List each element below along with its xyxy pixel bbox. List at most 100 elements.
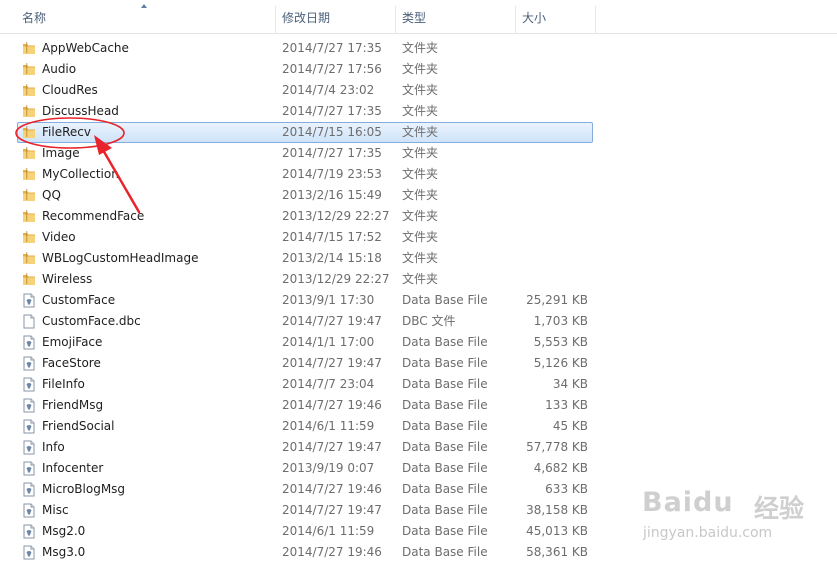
database-file-icon: [22, 545, 36, 560]
folder-row[interactable]: WBLogCustomHeadImage 2013/2/14 15:18 文件夹: [0, 248, 837, 269]
file-size: 4,682 KB: [533, 461, 588, 475]
file-date: 2014/7/27 17:35: [282, 41, 382, 55]
column-divider[interactable]: [515, 6, 516, 33]
folder-row[interactable]: Audio 2014/7/27 17:56 文件夹: [0, 59, 837, 80]
file-row[interactable]: FriendMsg 2014/7/27 19:46 Data Base File 13…: [0, 395, 837, 416]
file-name: Wireless: [42, 272, 93, 286]
file-type: 文件夹: [402, 41, 439, 55]
file-row[interactable]: Infocenter 2013/9/19 0:07 Data Base File 4,…: [0, 458, 837, 479]
file-type: Data Base File: [402, 293, 488, 307]
folder-row[interactable]: Wireless 2013/12/29 22:27 文件夹: [0, 269, 837, 290]
file-type: 文件夹: [402, 125, 439, 139]
file-date: 2014/7/27 19:47: [282, 440, 382, 454]
folder-row[interactable]: Video 2014/7/15 17:52 文件夹: [0, 227, 837, 248]
file-name: RecommendFace: [42, 209, 145, 223]
database-file-icon: [22, 398, 36, 413]
file-date: 2014/7/27 17:35: [282, 146, 382, 160]
folder-row[interactable]: DiscussHead 2014/7/27 17:35 文件夹: [0, 101, 837, 122]
file-name: FileRecv: [42, 125, 91, 139]
file-size: 5,553 KB: [533, 335, 588, 349]
folder-row[interactable]: QQ 2013/2/16 15:49 文件夹: [0, 185, 837, 206]
column-divider[interactable]: [395, 6, 396, 33]
file-name: AppWebCache: [42, 41, 129, 55]
file-name: Msg3.0: [42, 545, 86, 559]
file-date: 2014/7/15 17:52: [282, 230, 382, 244]
file-row[interactable]: FriendSocial 2014/6/1 11:59 Data Base File…: [0, 416, 837, 437]
database-file-icon: [22, 440, 36, 455]
file-type: 文件夹: [402, 230, 439, 244]
file-date: 2014/6/1 11:59: [282, 524, 375, 538]
file-type: Data Base File: [402, 461, 488, 475]
file-type: 文件夹: [402, 83, 439, 97]
file-name: MyCollection: [42, 167, 119, 181]
file-row[interactable]: CustomFace.dbc 2014/7/27 19:47 DBC 文件 1,703…: [0, 311, 837, 332]
file-type: Data Base File: [402, 419, 488, 433]
file-type: 文件夹: [402, 62, 439, 76]
file-date: 2013/12/29 22:27: [282, 272, 390, 286]
folder-icon: [22, 272, 36, 287]
file-size: 25,291 KB: [526, 293, 588, 307]
folder-icon: [22, 251, 36, 266]
sort-ascending-icon[interactable]: [141, 4, 147, 8]
file-size: 133 KB: [545, 398, 588, 412]
file-date: 2013/9/19 0:07: [282, 461, 375, 475]
database-file-icon: [22, 503, 36, 518]
file-name: EmojiFace: [42, 335, 103, 349]
column-header-name[interactable]: 名称: [22, 9, 46, 31]
file-size: 45 KB: [552, 419, 588, 433]
file-name: Info: [42, 440, 65, 454]
file-name: CustomFace.dbc: [42, 314, 141, 328]
file-name: FaceStore: [42, 356, 101, 370]
file-type: 文件夹: [402, 167, 439, 181]
file-size: 38,158 KB: [526, 503, 588, 517]
file-name: FriendSocial: [42, 419, 115, 433]
file-name: QQ: [42, 188, 61, 202]
file-row[interactable]: EmojiFace 2014/1/1 17:00 Data Base File 5,5…: [0, 332, 837, 353]
file-type: Data Base File: [402, 440, 488, 454]
folder-icon: [22, 104, 36, 119]
database-file-icon: [22, 524, 36, 539]
column-header-type[interactable]: 类型: [402, 9, 426, 31]
file-date: 2014/7/27 19:46: [282, 482, 382, 496]
database-file-icon: [22, 335, 36, 350]
file-type: 文件夹: [402, 104, 439, 118]
file-row[interactable]: FileInfo 2014/7/7 23:04 Data Base File 34 K…: [0, 374, 837, 395]
column-header-size[interactable]: 大小: [522, 9, 546, 31]
file-row[interactable]: FaceStore 2014/7/27 19:47 Data Base File 5,…: [0, 353, 837, 374]
folder-row[interactable]: AppWebCache 2014/7/27 17:35 文件夹: [0, 38, 837, 59]
folder-row[interactable]: CloudRes 2014/7/4 23:02 文件夹: [0, 80, 837, 101]
file-type: Data Base File: [402, 482, 488, 496]
file-type: 文件夹: [402, 272, 439, 286]
watermark-brand-cn: 经验: [754, 494, 805, 523]
file-date: 2014/1/1 17:00: [282, 335, 375, 349]
file-name: Infocenter: [42, 461, 104, 475]
file-name: WBLogCustomHeadImage: [42, 251, 199, 265]
file-name: Video: [42, 230, 76, 244]
file-type: Data Base File: [402, 503, 488, 517]
folder-row[interactable]: MyCollection 2014/7/19 23:53 文件夹: [0, 164, 837, 185]
file-date: 2014/7/27 17:35: [282, 104, 382, 118]
folder-icon: [22, 125, 36, 140]
file-name: Audio: [42, 62, 77, 76]
column-divider[interactable]: [275, 6, 276, 33]
folder-row[interactable]: RecommendFace 2013/12/29 22:27 文件夹: [0, 206, 837, 227]
file-type: 文件夹: [402, 146, 439, 160]
file-row[interactable]: Info 2014/7/27 19:47 Data Base File 57,778 …: [0, 437, 837, 458]
folder-row[interactable]: FileRecv 2014/7/15 16:05 文件夹: [0, 122, 837, 143]
file-type: DBC 文件: [402, 314, 456, 328]
file-row[interactable]: CustomFace 2013/9/1 17:30 Data Base File 25…: [0, 290, 837, 311]
folder-row[interactable]: Image 2014/7/27 17:35 文件夹: [0, 143, 837, 164]
database-file-icon: [22, 293, 36, 308]
database-file-icon: [22, 419, 36, 434]
file-date: 2014/7/15 16:05: [282, 125, 382, 139]
database-file-icon: [22, 482, 36, 497]
file-type: Data Base File: [402, 545, 488, 559]
folder-icon: [22, 146, 36, 161]
column-divider[interactable]: [595, 6, 596, 33]
folder-icon: [22, 83, 36, 98]
file-type: Data Base File: [402, 524, 488, 538]
folder-icon: [22, 188, 36, 203]
column-header-date[interactable]: 修改日期: [282, 9, 330, 31]
file-date: 2014/7/7 23:04: [282, 377, 375, 391]
file-icon: [22, 314, 36, 329]
